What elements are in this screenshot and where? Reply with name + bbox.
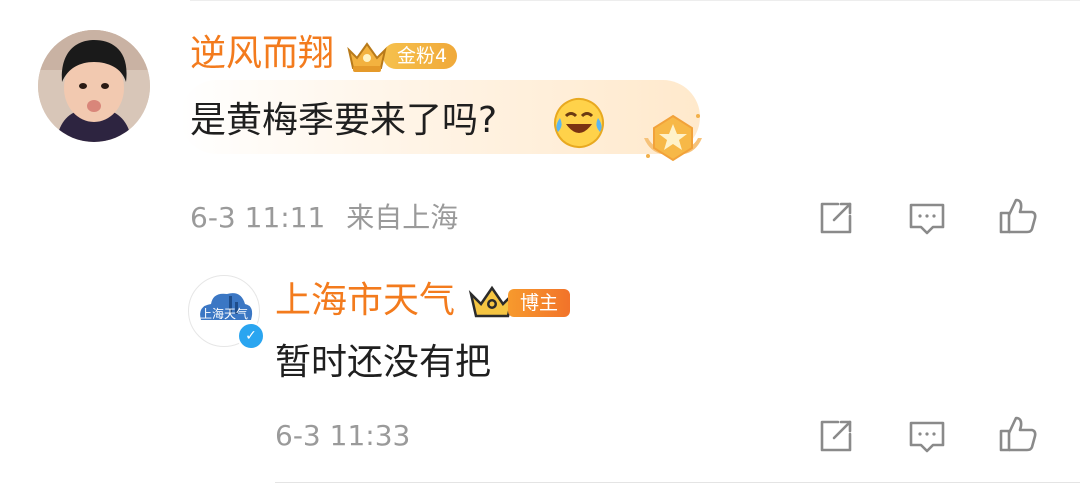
avatar-host[interactable]: 上海天气 ✓ bbox=[188, 275, 265, 350]
host-badge[interactable]: 博主 bbox=[468, 284, 574, 320]
comment-text: 是黄梅季要来了吗? bbox=[190, 100, 498, 141]
avatar-commenter[interactable] bbox=[38, 30, 150, 142]
host-username[interactable]: 上海市天气 bbox=[275, 283, 455, 319]
reply-like-button[interactable] bbox=[998, 414, 1038, 454]
verified-icon: ✓ bbox=[237, 322, 265, 350]
reply-comment-button[interactable] bbox=[907, 416, 947, 456]
share-icon bbox=[820, 202, 852, 234]
crown-icon bbox=[347, 42, 387, 72]
comment-button[interactable] bbox=[907, 198, 947, 238]
share-icon bbox=[820, 420, 852, 452]
reply-share-button[interactable] bbox=[816, 416, 856, 456]
laugh-cry-emoji-icon bbox=[552, 96, 606, 150]
commenter-username[interactable]: 逆风而翔 bbox=[190, 36, 334, 72]
share-button[interactable] bbox=[816, 198, 856, 238]
fan-badge-label: 金粉4 bbox=[383, 43, 457, 69]
comment-location: 来自上海 bbox=[346, 201, 459, 234]
comment-icon bbox=[909, 421, 945, 453]
reply-text: 暂时还没有把 bbox=[275, 342, 492, 383]
fan-level-badge[interactable]: 金粉4 bbox=[345, 38, 457, 72]
reply-time: 6-3 11:33 bbox=[275, 419, 411, 452]
star-medal-icon bbox=[638, 108, 708, 166]
avatar-host-text: 上海天气 bbox=[200, 306, 248, 321]
like-icon bbox=[999, 416, 1037, 452]
like-button[interactable] bbox=[998, 196, 1038, 236]
like-icon bbox=[999, 198, 1037, 234]
host-badge-label: 博主 bbox=[508, 289, 570, 317]
divider-top bbox=[190, 0, 1080, 1]
comment-time: 6-3 11:11 bbox=[190, 201, 326, 234]
divider-bottom bbox=[275, 482, 1080, 483]
comment-meta: 6-3 11:11 来自上海 bbox=[190, 204, 458, 232]
comment-icon bbox=[909, 203, 945, 235]
